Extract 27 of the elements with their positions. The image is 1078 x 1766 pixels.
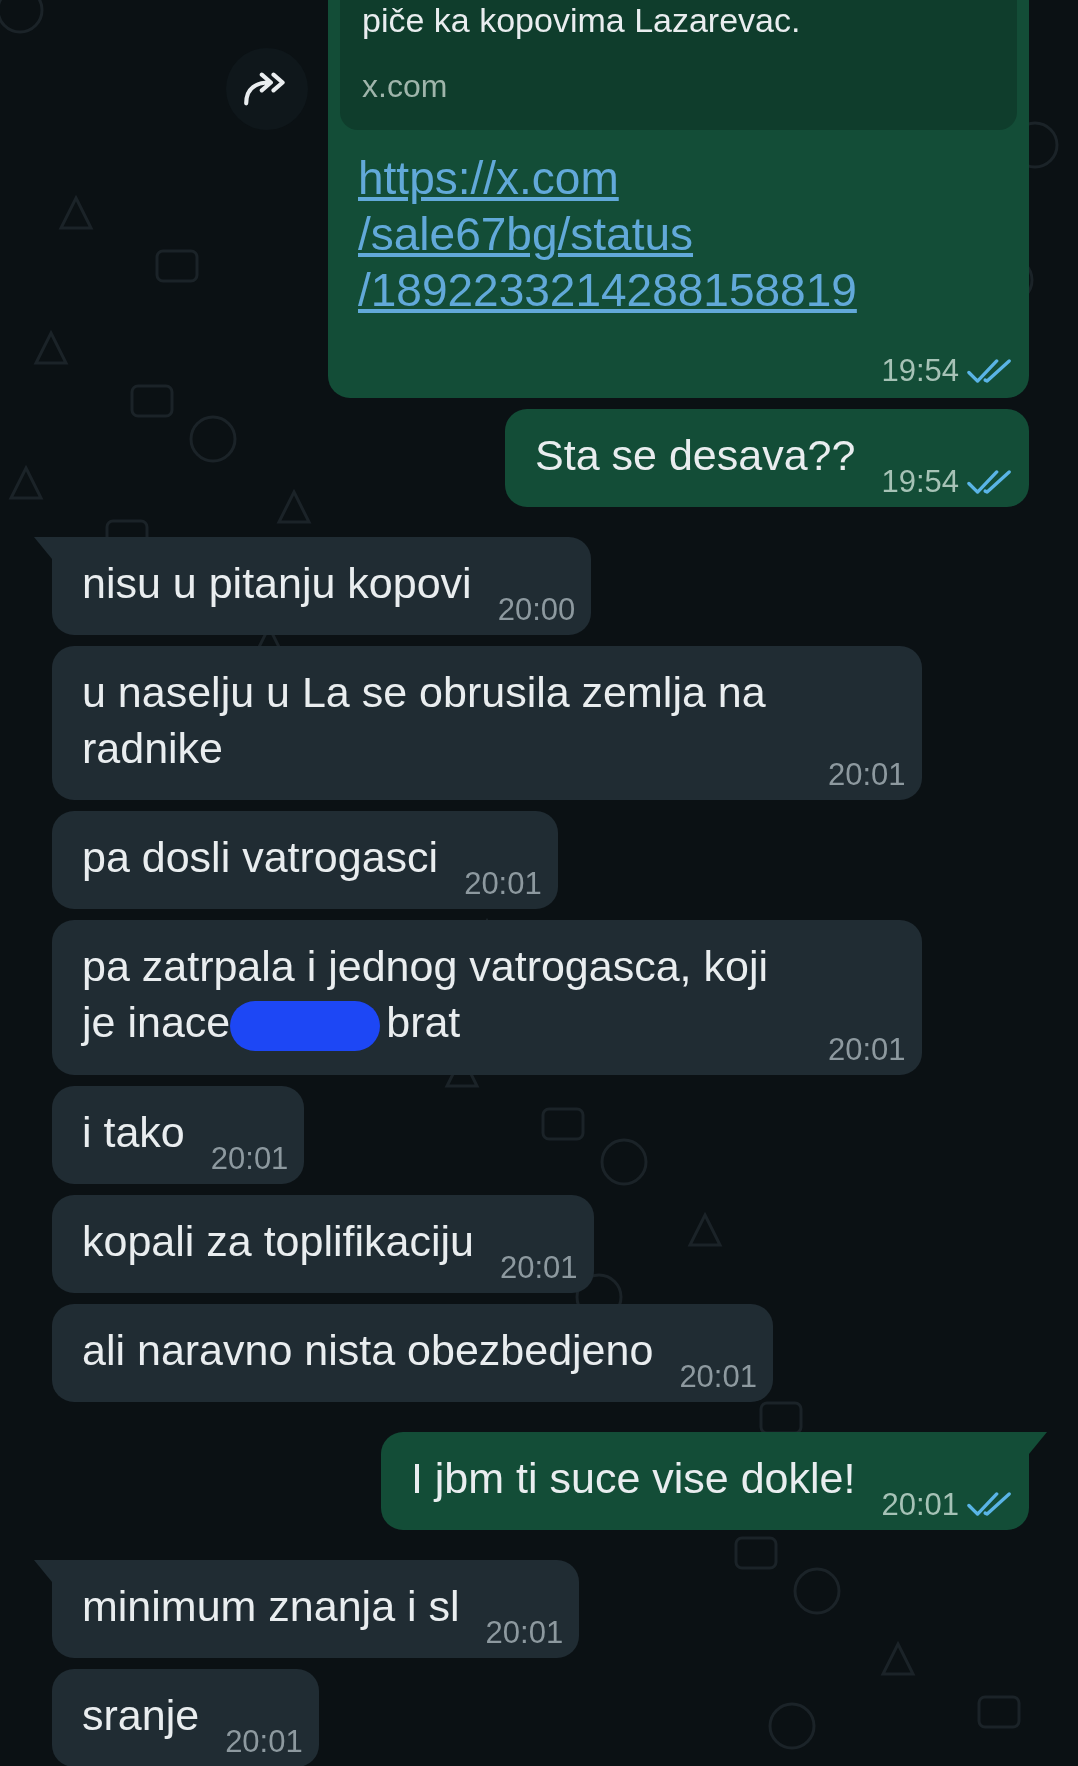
link-text[interactable]: https://x.com/sale67bg/status/1892233214288158819: [358, 150, 958, 318]
message-text: i tako: [82, 1106, 185, 1158]
message-text: minimum znanja i sl: [82, 1580, 460, 1632]
message-time: 20:01: [485, 1615, 564, 1650]
message-time: 20:01: [828, 758, 906, 792]
message-text: kopali za toplifikaciju: [82, 1215, 474, 1267]
message-time: 19:54: [881, 354, 959, 388]
message-text: nisu u pitanju kopovi: [82, 558, 472, 609]
message-text: u naselju u La se obrusila zemlja na radnike: [82, 667, 767, 774]
message-time: 19:54: [881, 465, 959, 499]
preview-text: piče ka kopovima Lazarevac.: [362, 0, 802, 40]
message-text: pa dosli vatrogasci: [82, 832, 439, 883]
message-text: ali naravno nista obezbedjeno: [82, 1324, 654, 1376]
message-time: 20:01: [679, 1359, 757, 1394]
link-preview-card[interactable]: piče ka kopovima Lazarevac. x.com: [340, 0, 1017, 130]
preview-domain: x.com: [362, 67, 449, 106]
message-text: pa zatrpala i jednog vatrogasca, koji je inace brat: [82, 938, 802, 1051]
message-time: 20:01: [881, 1487, 959, 1522]
message-time: 20:00: [497, 593, 576, 627]
message-time: 20:01: [225, 1724, 303, 1759]
message-time: 20:01: [828, 1032, 906, 1067]
message-text: sranje: [82, 1689, 200, 1741]
message-text: I jbm ti suce vise dokle!: [410, 1452, 856, 1504]
message-time: 20:01: [464, 867, 542, 901]
message-time: 20:01: [210, 1141, 289, 1176]
message-text: Sta se desava??: [535, 430, 856, 481]
message-time: 20:01: [500, 1250, 578, 1285]
